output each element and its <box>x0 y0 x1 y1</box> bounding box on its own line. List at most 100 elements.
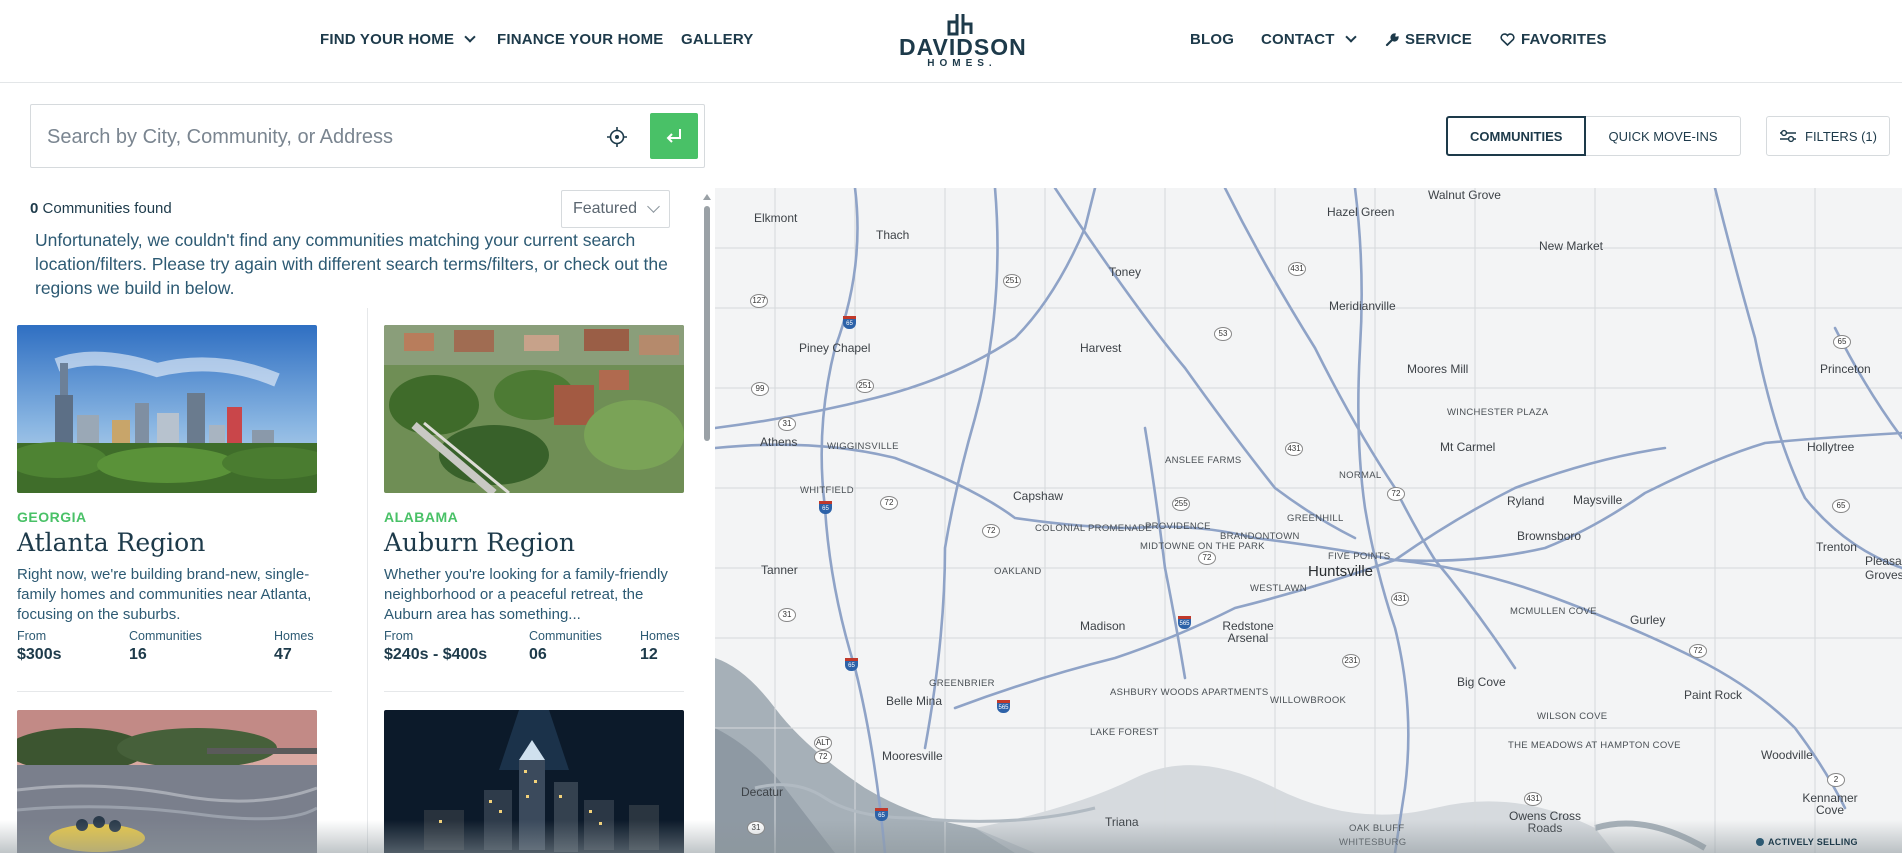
map[interactable]: Walnut Grove Hazel Green Elkmont Thach N… <box>715 188 1902 853</box>
view-toggle: COMMUNITIES QUICK MOVE-INS <box>1446 116 1741 156</box>
map-legend-label: ACTIVELY SELLING <box>1768 837 1858 847</box>
stat-label: From <box>17 629 47 643</box>
search-submit-button[interactable] <box>650 113 698 159</box>
stat-label: From <box>384 629 414 643</box>
map-label-triana: Triana <box>1105 815 1139 829</box>
map-label-lake-forest: Lake Forest <box>1090 727 1159 738</box>
region-card-atlanta[interactable]: GEORGIA Atlanta Region Right now, we're … <box>17 325 317 669</box>
region-stats: From $240s - $400s Communities 06 Homes … <box>384 629 684 669</box>
stat-communities: Communities 06 <box>529 629 602 664</box>
map-label-gurley: Gurley <box>1630 613 1666 627</box>
stat-homes: Homes 47 <box>274 629 314 664</box>
region-image-city-night[interactable] <box>384 710 684 853</box>
interstate-shield-icon: 65 <box>819 501 832 514</box>
map-label-pleasant-groves: Pleasant Groves <box>1865 554 1902 582</box>
nav-service[interactable]: SERVICE <box>1385 31 1472 48</box>
map-label-madison: Madison <box>1080 619 1126 633</box>
map-label-ashbury-woods: Ashbury Woods Apartments <box>1110 687 1269 698</box>
route-shield-icon: 65 <box>1833 335 1851 349</box>
nav-find-your-home[interactable]: FIND YOUR HOME <box>320 31 476 48</box>
route-shield-icon: 65 <box>1832 499 1850 513</box>
route-shield-icon: 53 <box>1214 327 1232 341</box>
route-shield-icon: 99 <box>751 382 769 396</box>
region-image-auburn[interactable] <box>384 325 684 493</box>
region-description: Right now, we're building brand-new, sin… <box>17 566 312 623</box>
route-shield-icon: 31 <box>778 417 796 431</box>
map-label-mcmullen-cove: McMullen Cove <box>1510 606 1597 617</box>
map-label-hazel-green: Hazel Green <box>1327 205 1395 219</box>
logo-name: DAVIDSON <box>899 34 1027 60</box>
map-label-five-points: Five Points <box>1328 551 1391 562</box>
region-image-rafting[interactable] <box>17 710 317 853</box>
nav-favorites-label: FAVORITES <box>1521 31 1607 48</box>
crosshair-icon <box>607 127 627 147</box>
stat-value: 16 <box>129 646 147 663</box>
stat-from: From $240s - $400s <box>384 629 487 664</box>
nav-blog[interactable]: BLOG <box>1190 31 1234 48</box>
search-bar <box>30 104 705 168</box>
map-label-greenhill: Greenhill <box>1287 513 1344 524</box>
nav-favorites[interactable]: FAVORITES <box>1500 31 1607 48</box>
map-label-maysville: Maysville <box>1573 493 1623 507</box>
route-shield-icon: 72 <box>814 750 832 764</box>
communities-tab[interactable]: COMMUNITIES <box>1446 116 1587 156</box>
nav-blog-label: BLOG <box>1190 31 1235 48</box>
no-results-message: Unfortunately, we couldn't find any comm… <box>35 230 668 298</box>
map-label-princeton: Princeton <box>1820 362 1871 376</box>
map-label-whitesburg: Whitesburg <box>1339 837 1407 848</box>
stat-label: Homes <box>274 629 314 643</box>
nav-contact-label: CONTACT <box>1261 31 1335 48</box>
map-label-big-cove: Big Cove <box>1457 675 1506 689</box>
heart-icon <box>1500 33 1515 46</box>
route-shield-icon: 31 <box>778 608 796 622</box>
quick-move-ins-tab[interactable]: QUICK MOVE-INS <box>1586 116 1741 156</box>
map-label-kennamer-cove: Kennamer Cove <box>1802 791 1858 817</box>
route-shield-icon: 2 <box>1827 773 1845 787</box>
search-input[interactable] <box>47 119 607 155</box>
region-description: Whether you're looking for a family-frie… <box>384 566 668 623</box>
route-shield-icon: 127 <box>750 294 768 308</box>
route-shield-icon: 72 <box>880 496 898 510</box>
stat-label: Communities <box>529 629 602 643</box>
status-dot-icon <box>1756 838 1764 846</box>
davidson-homes-logo[interactable]: DAVIDSON HOMES. <box>899 12 1027 70</box>
map-label-brandontown: Brandontown <box>1220 531 1300 542</box>
map-label-elkmont: Elkmont <box>754 211 798 225</box>
region-image-atlanta[interactable] <box>17 325 317 493</box>
map-label-new-market: New Market <box>1539 239 1604 253</box>
wrench-icon <box>1385 32 1399 46</box>
sort-dropdown[interactable]: Featured <box>561 190 670 228</box>
map-label-thach: Thach <box>876 228 910 242</box>
sort-value: Featured <box>572 200 638 217</box>
map-label-hollytree: Hollytree <box>1807 440 1855 454</box>
scroll-up-arrow[interactable] <box>703 194 711 200</box>
map-label-walnut-grove: Walnut Grove <box>1428 188 1501 202</box>
region-card-auburn[interactable]: ALABAMA Auburn Region Whether you're loo… <box>384 325 684 669</box>
map-label-providence: Providence <box>1145 521 1211 532</box>
filters-button[interactable]: FILTERS (1) <box>1766 116 1890 156</box>
stat-homes: Homes 12 <box>640 629 680 664</box>
interstate-shield-icon: 65 <box>875 808 888 821</box>
chevron-down-icon <box>647 200 660 213</box>
results-count-label: Communities found <box>42 200 172 217</box>
region-title[interactable]: Atlanta Region <box>17 528 317 557</box>
map-label-ryland: Ryland <box>1507 494 1545 508</box>
nav-finance-label: FINANCE YOUR HOME <box>497 31 664 48</box>
nav-finance-your-home[interactable]: FINANCE YOUR HOME <box>497 31 663 48</box>
chevron-down-icon <box>1344 31 1357 43</box>
map-label-wigginsville: Wigginsville <box>827 441 899 452</box>
locate-me-button[interactable] <box>603 123 631 151</box>
nav-gallery[interactable]: GALLERY <box>681 31 754 48</box>
map-label-greenbrier: Greenbrier <box>929 678 995 689</box>
nav-contact[interactable]: CONTACT <box>1261 31 1357 48</box>
column-divider <box>367 308 368 853</box>
map-label-moores-mill: Moores Mill <box>1407 362 1469 376</box>
route-shield-icon: 255 <box>1172 497 1190 511</box>
map-label-woodville: Woodville <box>1761 748 1813 762</box>
map-label-piney-chapel: Piney Chapel <box>799 341 871 355</box>
map-label-harvest: Harvest <box>1080 341 1122 355</box>
stat-value: 47 <box>274 646 292 663</box>
region-title[interactable]: Auburn Region <box>384 528 684 557</box>
results-scrollbar[interactable] <box>704 206 710 441</box>
stat-value: $240s - $400s <box>384 646 488 663</box>
